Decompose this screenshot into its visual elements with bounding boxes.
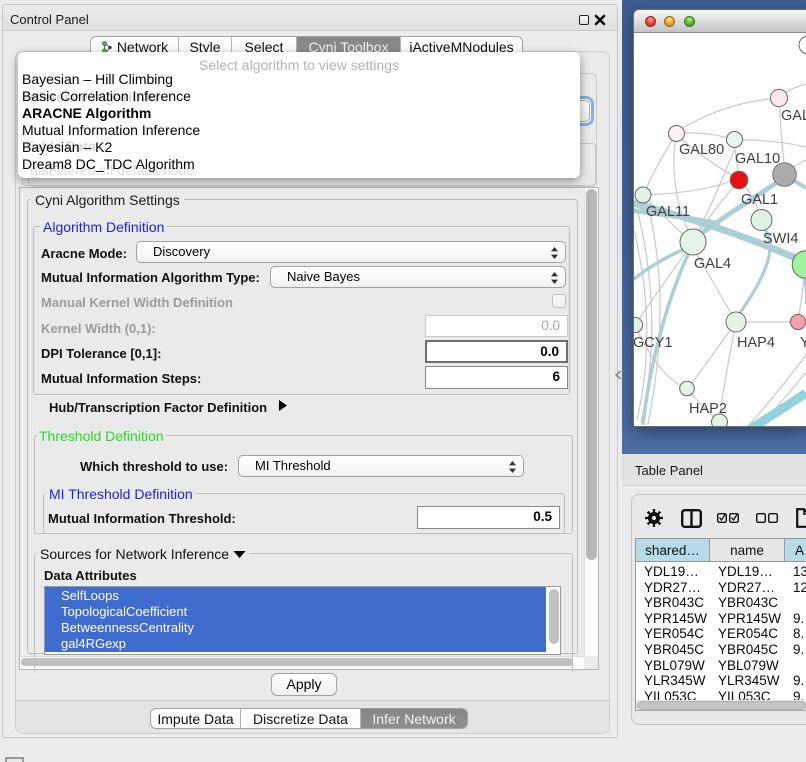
svg-text:GAL1: GAL1 — [741, 192, 778, 208]
svg-text:Y: Y — [800, 335, 806, 351]
svg-text:HAP4: HAP4 — [737, 335, 775, 351]
svg-text:GAL: GAL — [781, 108, 806, 124]
svg-text:GAL10: GAL10 — [735, 151, 780, 167]
svg-text:GAL80: GAL80 — [679, 142, 724, 158]
svg-text:SWI4: SWI4 — [763, 231, 798, 247]
svg-text:GAL11: GAL11 — [646, 204, 690, 220]
svg-text:HAP2: HAP2 — [689, 401, 727, 417]
svg-text:GCY1: GCY1 — [634, 335, 673, 351]
svg-text:GAL4: GAL4 — [694, 256, 731, 272]
